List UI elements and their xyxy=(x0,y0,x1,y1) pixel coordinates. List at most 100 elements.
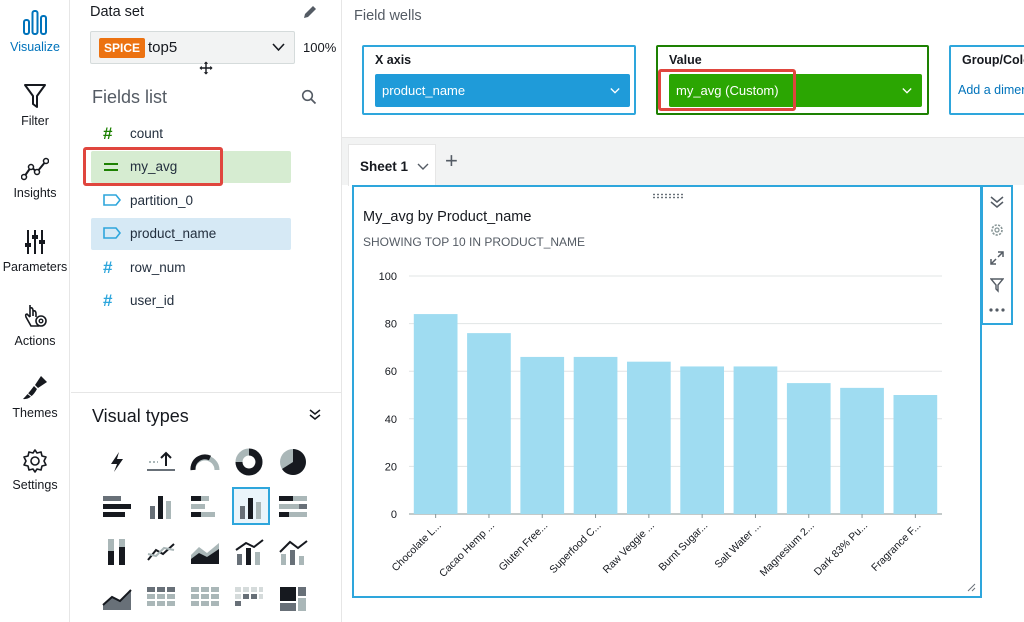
pill-label: product_name xyxy=(382,83,466,98)
divider xyxy=(71,392,342,393)
nav-insights[interactable]: Insights xyxy=(0,156,70,200)
field-item[interactable]: # user_id xyxy=(91,285,291,317)
spice-percent: 100% xyxy=(303,40,337,55)
sheet-bar: Sheet 1 + xyxy=(342,137,1024,186)
tree-map-icon[interactable] xyxy=(274,580,312,618)
x-tick-label: Superfood C... xyxy=(547,520,603,576)
field-item[interactable]: # row_num xyxy=(91,252,291,284)
dataset-name: top5 xyxy=(148,39,178,56)
combo-line-icon[interactable] xyxy=(274,533,312,571)
field-item[interactable]: # count xyxy=(91,118,291,150)
dimension-tag-icon xyxy=(103,226,122,242)
more-options-icon[interactable] xyxy=(988,307,1006,313)
move-cursor-icon xyxy=(198,60,214,76)
visual-toolbar xyxy=(981,185,1013,325)
nav-themes[interactable]: Themes xyxy=(0,374,70,420)
field-item[interactable]: partition_0 xyxy=(91,185,291,217)
visual-types-title: Visual types xyxy=(92,406,189,426)
stacked-column-icon[interactable] xyxy=(98,533,136,571)
nav-label: Parameters xyxy=(2,260,68,274)
stacked-bar-icon[interactable] xyxy=(186,487,224,525)
pencil-icon[interactable] xyxy=(302,4,318,20)
x-tick-label: Cacao Hemp ... xyxy=(437,520,497,580)
measure-icon: # xyxy=(103,124,113,143)
donut-icon[interactable] xyxy=(230,443,268,481)
pie-icon[interactable] xyxy=(274,443,312,481)
field-wells-title: Field wells xyxy=(354,8,422,24)
well-label: Value xyxy=(669,53,702,67)
filter-icon[interactable] xyxy=(990,277,1004,293)
pivot-table-icon[interactable] xyxy=(142,580,180,618)
filter-icon xyxy=(24,84,46,108)
actions-icon xyxy=(24,305,47,327)
visual-card[interactable]: My_avg by Product_name SHOWING TOP 10 IN… xyxy=(352,185,982,598)
chevron-down-icon xyxy=(902,88,912,94)
field-name: row_num xyxy=(130,260,186,275)
gauge-icon[interactable] xyxy=(186,443,224,481)
nav-label: Visualize xyxy=(10,40,60,54)
bar xyxy=(733,366,778,514)
highlight-box xyxy=(658,69,796,111)
nav-label: Actions xyxy=(14,334,56,348)
bar xyxy=(840,387,884,514)
nav-label: Insights xyxy=(13,186,57,200)
x-axis-field-pill[interactable]: product_name xyxy=(375,74,630,107)
nav-label: Filter xyxy=(21,114,49,128)
bar-chart-icon xyxy=(23,10,47,35)
clustered-bar-icon-selected[interactable] xyxy=(232,487,270,525)
stacked-100-bar-icon[interactable] xyxy=(274,487,312,525)
group-color-well[interactable]: Group/Colo Add a dimer xyxy=(949,45,1024,115)
chevron-down-icon xyxy=(417,163,429,170)
fields-panel: Data set SPICE top5 100% Fields list # c… xyxy=(71,0,342,622)
chevron-down-icon xyxy=(610,88,620,94)
bar xyxy=(893,395,938,514)
autograph-icon[interactable] xyxy=(98,443,136,481)
table-icon[interactable] xyxy=(186,580,224,618)
left-nav: Visualize Filter Insights Parameters Act… xyxy=(0,0,70,622)
nav-settings[interactable]: Settings xyxy=(0,448,70,492)
heat-map-icon[interactable] xyxy=(230,580,268,618)
bar xyxy=(573,356,618,514)
x-tick-label: Magnesium 2... xyxy=(758,520,817,579)
nav-actions[interactable]: Actions xyxy=(0,302,70,348)
field-item[interactable]: product_name xyxy=(91,218,291,250)
add-dimension-link[interactable]: Add a dimer xyxy=(958,83,1024,97)
bar xyxy=(626,361,671,514)
expand-icon[interactable] xyxy=(990,251,1004,265)
x-tick-label: Burnt Sugar... xyxy=(656,520,710,574)
nav-filter[interactable]: Filter xyxy=(0,82,70,128)
y-tick-label: 60 xyxy=(385,366,397,378)
add-sheet-button[interactable]: + xyxy=(445,148,458,174)
y-tick-label: 40 xyxy=(385,414,397,426)
resize-handle-icon[interactable] xyxy=(966,582,976,592)
bar xyxy=(786,383,831,514)
search-icon[interactable] xyxy=(301,89,317,105)
kpi-icon[interactable] xyxy=(142,443,180,481)
measure-icon: # xyxy=(103,258,113,277)
nav-parameters[interactable]: Parameters xyxy=(0,228,70,274)
combo-chart-icon[interactable] xyxy=(230,533,268,571)
sheet-tab[interactable]: Sheet 1 xyxy=(348,144,436,186)
nav-visualize[interactable]: Visualize xyxy=(0,8,70,54)
nav-label: Themes xyxy=(12,406,58,420)
collapse-icon[interactable] xyxy=(990,195,1004,209)
x-axis-well[interactable]: X axis product_name xyxy=(362,45,636,115)
highlight-box xyxy=(83,147,223,186)
dataset-select[interactable]: SPICE top5 xyxy=(90,31,295,64)
gear-icon[interactable] xyxy=(990,223,1004,237)
collapse-icon[interactable] xyxy=(309,409,321,421)
area-chart-icon[interactable] xyxy=(186,533,224,571)
field-name: user_id xyxy=(130,293,175,308)
spice-badge: SPICE xyxy=(99,38,146,58)
x-tick-label: Raw Veggie ... xyxy=(601,520,657,576)
line-chart-icon[interactable] xyxy=(142,533,180,571)
bar-chart: 0 20 40 60 80 100 Chocolate L...Cacao Hemp ...… xyxy=(379,271,942,580)
horizontal-bar-icon[interactable] xyxy=(98,487,136,525)
filled-area-icon[interactable] xyxy=(98,580,136,618)
bar xyxy=(413,314,458,514)
well-label: Group/Colo xyxy=(962,53,1024,67)
bar xyxy=(520,356,565,514)
vertical-bar-icon[interactable] xyxy=(142,487,180,525)
y-tick-label: 0 xyxy=(391,509,397,521)
chevron-down-icon xyxy=(272,43,285,52)
